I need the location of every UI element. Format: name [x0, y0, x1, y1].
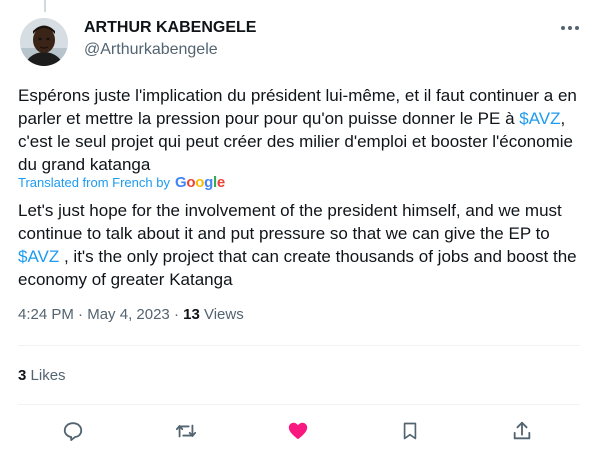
more-options-button[interactable]	[556, 16, 584, 40]
tweet-actions-bar	[0, 414, 598, 448]
divider	[18, 345, 580, 346]
author-handle[interactable]: @Arthurkabengele	[84, 40, 256, 60]
meta-separator: ·	[78, 306, 84, 323]
like-button[interactable]	[284, 417, 312, 445]
reply-button[interactable]	[59, 417, 87, 445]
heart-icon	[288, 422, 308, 440]
retweet-icon	[175, 424, 197, 438]
tweet-time[interactable]: 4:24 PM	[18, 306, 74, 323]
meta-separator: ·	[173, 306, 179, 323]
tweet-translated-text-part1: Let's just hope for the involvement of t…	[18, 201, 562, 243]
tweet-translated-text: Let's just hope for the involvement of t…	[18, 199, 583, 291]
thread-connector-line	[44, 0, 46, 12]
cashtag-link[interactable]: $AVZ	[519, 109, 560, 128]
share-icon	[513, 421, 531, 440]
reply-icon	[63, 422, 83, 441]
more-horizontal-icon	[561, 26, 579, 30]
tweet-metadata: 4:24 PM · May 4, 2023 · 13 Views	[18, 305, 244, 325]
views-label: Views	[203, 306, 244, 323]
avatar-image	[20, 18, 68, 66]
cashtag-link[interactable]: $AVZ	[18, 247, 59, 266]
translation-attribution: Translated from French by Google	[18, 174, 225, 192]
tweet-original-text-part1: Espérons juste l'implication du présiden…	[18, 86, 577, 128]
tweet-translated-text-part2: , it's the only project that can create …	[18, 247, 577, 289]
tweet-original-text: Espérons juste l'implication du présiden…	[18, 84, 583, 176]
bookmark-icon	[403, 422, 417, 440]
share-button[interactable]	[508, 417, 536, 445]
likes-stat[interactable]: 3 Likes	[18, 366, 66, 386]
tweet-date[interactable]: May 4, 2023	[87, 306, 170, 323]
views-count: 13	[183, 306, 200, 323]
bookmark-button[interactable]	[396, 417, 424, 445]
user-info: ARTHUR KABENGELE @Arthurkabengele	[84, 18, 256, 60]
author-display-name[interactable]: ARTHUR KABENGELE	[84, 18, 256, 38]
divider	[18, 404, 580, 405]
retweet-button[interactable]	[172, 417, 200, 445]
google-logo: Google	[174, 174, 225, 191]
translated-from-label[interactable]: Translated from French by	[18, 174, 170, 192]
likes-label: Likes	[30, 367, 66, 384]
likes-count: 3	[18, 367, 27, 384]
avatar[interactable]	[20, 18, 68, 66]
